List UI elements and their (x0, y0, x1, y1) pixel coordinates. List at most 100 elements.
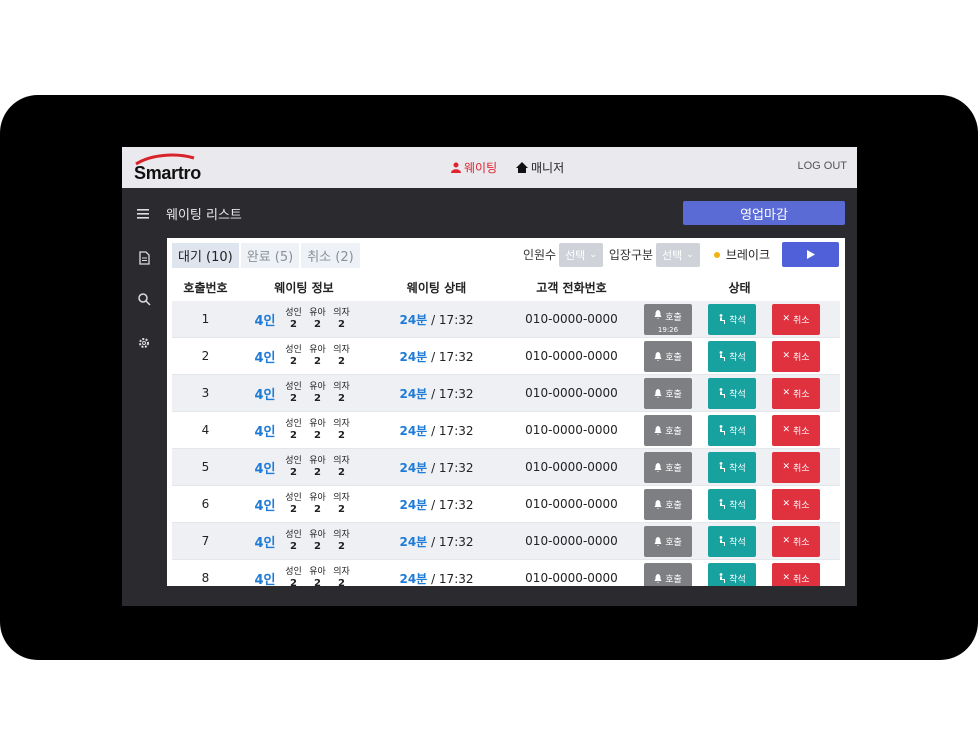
call-button[interactable]: 호출 (644, 340, 692, 372)
close-icon: ✕ (782, 536, 790, 546)
gear-icon[interactable] (136, 335, 152, 351)
phone-number: 010-0000-0000 (525, 349, 618, 363)
nav-waiting[interactable]: 웨이팅 (451, 159, 497, 176)
close-icon: ✕ (782, 351, 790, 361)
cancel-button[interactable]: ✕ 취소 (772, 562, 820, 586)
chair-label: 의자 (333, 456, 350, 466)
wait-duration: 24분 (399, 423, 428, 438)
col-status: 상태 (728, 280, 751, 295)
cancel-button[interactable]: ✕ 취소 (772, 377, 820, 409)
tab-waiting[interactable]: 대기 (10) (172, 243, 239, 268)
infant-label: 유아 (309, 419, 326, 429)
call-number: 7 (201, 534, 210, 548)
bell-icon (654, 536, 662, 546)
call-number: 5 (201, 460, 210, 474)
seat-button[interactable]: 착석 (708, 303, 756, 335)
chair-label: 의자 (333, 530, 350, 540)
bell-icon (654, 573, 662, 583)
waiting-info: 4인 성인 유아 의자 2 2 2 (239, 529, 369, 553)
chair-label: 의자 (333, 308, 350, 318)
cancel-button[interactable]: ✕ 취소 (772, 525, 820, 557)
call-button[interactable]: 호출 19:26 (644, 303, 692, 335)
call-label: 호출 (665, 537, 682, 548)
call-label: 호출 (665, 389, 682, 400)
waiting-state: 24분 / 17:32 (369, 459, 504, 476)
seat-button[interactable]: 착석 (708, 488, 756, 520)
close-icon: ✕ (782, 425, 790, 435)
brand-logo[interactable]: Smartro (132, 152, 222, 184)
chair-count: 2 (338, 430, 345, 441)
table-header: 호출번호 웨이팅 정보 웨이팅 상태 고객 전화번호 상태 (172, 272, 840, 302)
play-button[interactable] (782, 242, 839, 267)
call-button[interactable]: 호출 (644, 488, 692, 520)
seat-button[interactable]: 착석 (708, 562, 756, 586)
close-business-button[interactable]: 영업마감 (683, 201, 845, 225)
wait-duration: 24분 (399, 571, 428, 586)
party-breakdown: 성인 유아 의자 2 2 2 (282, 566, 354, 586)
break-toggle[interactable]: 브레이크 (706, 243, 778, 267)
logout-link[interactable]: LOG OUT (797, 160, 847, 172)
table-row: 7 4인 성인 유아 의자 2 2 2 24분 / 17:32 010-0000… (172, 523, 840, 560)
phone-number: 010-0000-0000 (525, 534, 618, 548)
infant-count: 2 (314, 467, 321, 478)
document-icon[interactable] (136, 250, 152, 266)
seat-label: 착석 (729, 537, 746, 548)
call-number: 2 (201, 349, 210, 363)
seat-button[interactable]: 착석 (708, 451, 756, 483)
call-button[interactable]: 호출 (644, 377, 692, 409)
bell-icon (654, 351, 662, 361)
seat-person-icon (719, 351, 726, 361)
entry-select[interactable]: 선택 ⌄ (656, 242, 700, 267)
cancel-label: 취소 (792, 500, 810, 511)
wait-time: / 17:32 (431, 460, 474, 475)
infant-label: 유아 (309, 382, 326, 392)
seat-button[interactable]: 착석 (708, 414, 756, 446)
call-button[interactable]: 호출 (644, 414, 692, 446)
party-breakdown: 성인 유아 의자 2 2 2 (282, 492, 354, 516)
party-breakdown: 성인 유아 의자 2 2 2 (282, 418, 354, 442)
call-button[interactable]: 호출 (644, 451, 692, 483)
cancel-label: 취소 (792, 574, 810, 585)
wait-time: / 17:32 (431, 497, 474, 512)
infant-count: 2 (314, 541, 321, 552)
chair-count: 2 (338, 504, 345, 515)
adult-count: 2 (290, 393, 297, 404)
cancel-button[interactable]: ✕ 취소 (772, 488, 820, 520)
party-size: 4인 (254, 350, 276, 366)
waiting-state: 24분 / 17:32 (369, 385, 504, 402)
seat-button[interactable]: 착석 (708, 340, 756, 372)
call-label: 호출 (665, 426, 682, 437)
cancel-label: 취소 (792, 315, 810, 326)
party-breakdown: 성인 유아 의자 2 2 2 (282, 455, 354, 479)
tab-cancelled[interactable]: 취소 (2) (301, 243, 360, 268)
seat-button[interactable]: 착석 (708, 377, 756, 409)
call-label: 호출 (665, 352, 682, 363)
wait-duration: 24분 (399, 312, 428, 327)
cancel-button[interactable]: ✕ 취소 (772, 340, 820, 372)
filter-bar: 인원수 선택 ⌄ 입장구분 선택 ⌄ 브레이크 (523, 242, 839, 267)
party-size: 4인 (254, 535, 276, 551)
waiting-info: 4인 성인 유아 의자 2 2 2 (239, 492, 369, 516)
call-button[interactable]: 호출 (644, 525, 692, 557)
page-title: 웨이팅 리스트 (166, 208, 242, 223)
cancel-button[interactable]: ✕ 취소 (772, 303, 820, 335)
seat-button[interactable]: 착석 (708, 525, 756, 557)
chair-label: 의자 (333, 345, 350, 355)
menu-icon[interactable] (137, 209, 149, 219)
wait-duration: 24분 (399, 534, 428, 549)
cancel-button[interactable]: ✕ 취소 (772, 414, 820, 446)
tab-done[interactable]: 완료 (5) (240, 243, 300, 268)
search-icon[interactable] (136, 291, 152, 307)
waiting-info: 4인 성인 유아 의자 2 2 2 (239, 566, 369, 586)
cancel-button[interactable]: ✕ 취소 (772, 451, 820, 483)
app-screen: Smartro 웨이팅 매니저 LOG OUT 웨이팅 리스트 영업마감 대기 … (122, 147, 857, 606)
seat-label: 착석 (729, 352, 746, 363)
chair-count: 2 (338, 356, 345, 367)
call-button[interactable]: 호출 (644, 562, 692, 586)
seat-label: 착석 (729, 426, 746, 437)
seat-person-icon (719, 388, 726, 398)
people-select[interactable]: 선택 ⌄ (559, 242, 603, 267)
nav-manager[interactable]: 매니저 (516, 159, 564, 176)
adult-count: 2 (290, 578, 297, 586)
cancel-label: 취소 (792, 352, 810, 363)
